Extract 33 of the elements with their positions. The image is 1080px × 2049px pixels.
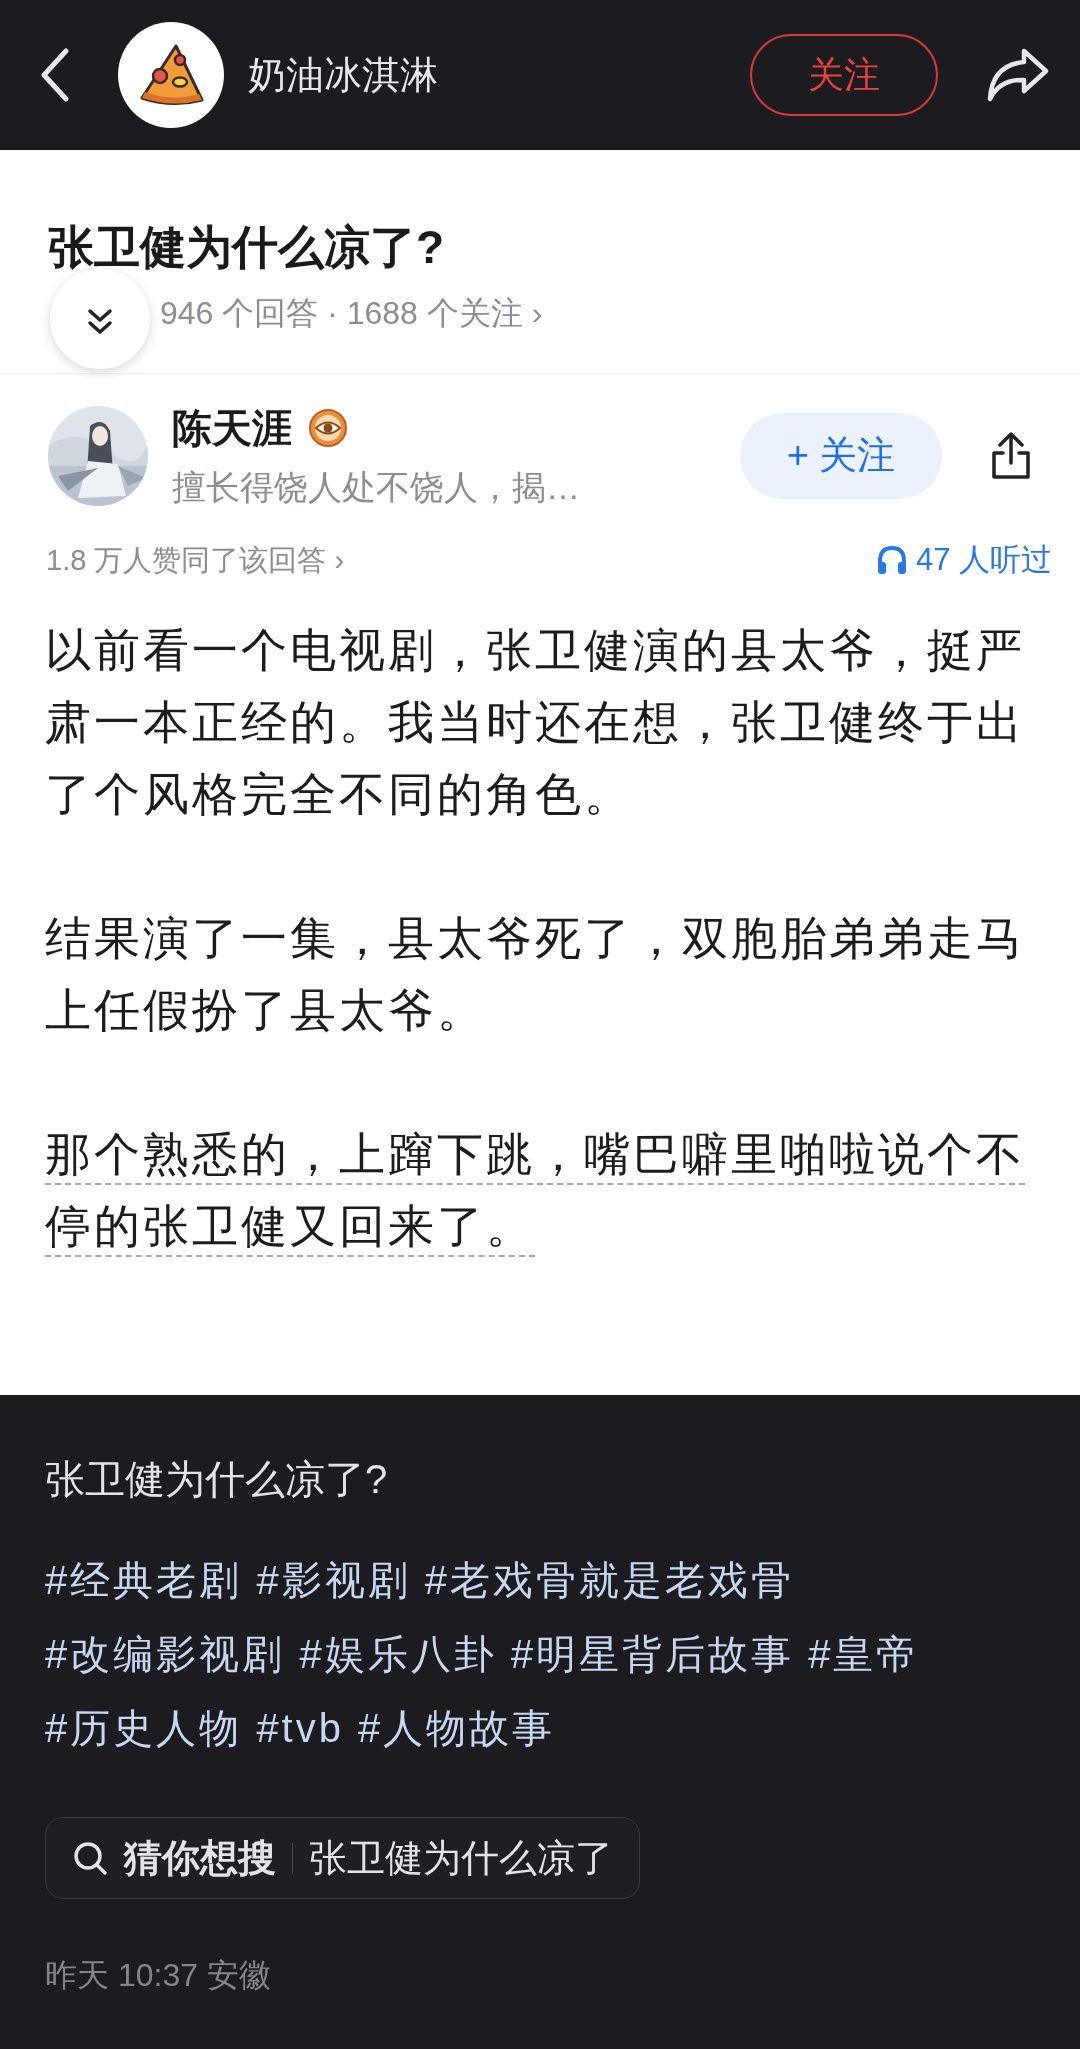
topic-tag[interactable]: #影视剧 <box>256 1558 411 1602</box>
headphones-icon <box>875 545 908 576</box>
topic-tag[interactable]: #明星背后故事 <box>510 1632 794 1676</box>
body-paragraph: 结果演了一集，县太爷死了，双胞胎弟弟走马上任假扮了县太爷。 <box>45 910 1026 1038</box>
topic-tag[interactable]: #tvb <box>256 1706 344 1750</box>
follow-button[interactable]: 关注 <box>750 34 938 116</box>
author-name[interactable]: 陈天涯 <box>172 398 292 459</box>
back-icon[interactable] <box>40 47 70 103</box>
topic-tag[interactable]: #娱乐八卦 <box>299 1632 497 1676</box>
double-chevron-icon <box>87 307 113 336</box>
body-paragraph: 那个熟悉的，上蹿下跳，嘴巴噼里啪啦说个不停的张卫健又回来了。 <box>45 1126 1026 1254</box>
follow-button[interactable]: + 关注 <box>740 412 942 499</box>
topic-tag[interactable]: #经典老剧 <box>45 1558 243 1602</box>
search-suggestion[interactable]: 猜你想搜 张卫健为什么凉了 <box>45 1817 640 1899</box>
author-bio: 擅长得饶人处不饶人，揭… <box>172 467 581 509</box>
body-paragraph: 以前看一个电视剧，张卫健演的县太爷，挺严肃一本正经的。我当时还在想，张卫健终于出了个风格完全不同的角色。 <box>45 622 1026 822</box>
topic-tag[interactable]: #老戏骨就是老戏骨 <box>424 1558 794 1602</box>
question-title: 张卫健为什么凉了? <box>45 1456 389 1503</box>
share-icon[interactable] <box>990 430 1032 481</box>
topic-tag[interactable]: #改编影视剧 <box>45 1632 286 1676</box>
search-label: 猜你想搜 <box>124 1835 276 1881</box>
eye-badge-icon <box>308 408 348 449</box>
question-title: 张卫健为什么凉了? <box>47 220 446 275</box>
topic-tag[interactable]: #历史人物 <box>45 1706 243 1750</box>
expand-button[interactable] <box>50 269 150 370</box>
post-timestamp: 昨天 10:37 安徽 <box>45 1956 272 1995</box>
search-icon <box>72 1840 108 1876</box>
topic-tag[interactable]: #皇帝 <box>808 1632 920 1676</box>
search-query: 张卫健为什么凉了 <box>309 1835 613 1881</box>
topic-tag[interactable]: #人物故事 <box>358 1706 556 1750</box>
listener-count: 47 人听过 <box>915 541 1052 580</box>
share-icon[interactable] <box>986 47 1050 103</box>
account-name: 奶油冰淇淋 <box>248 52 439 98</box>
